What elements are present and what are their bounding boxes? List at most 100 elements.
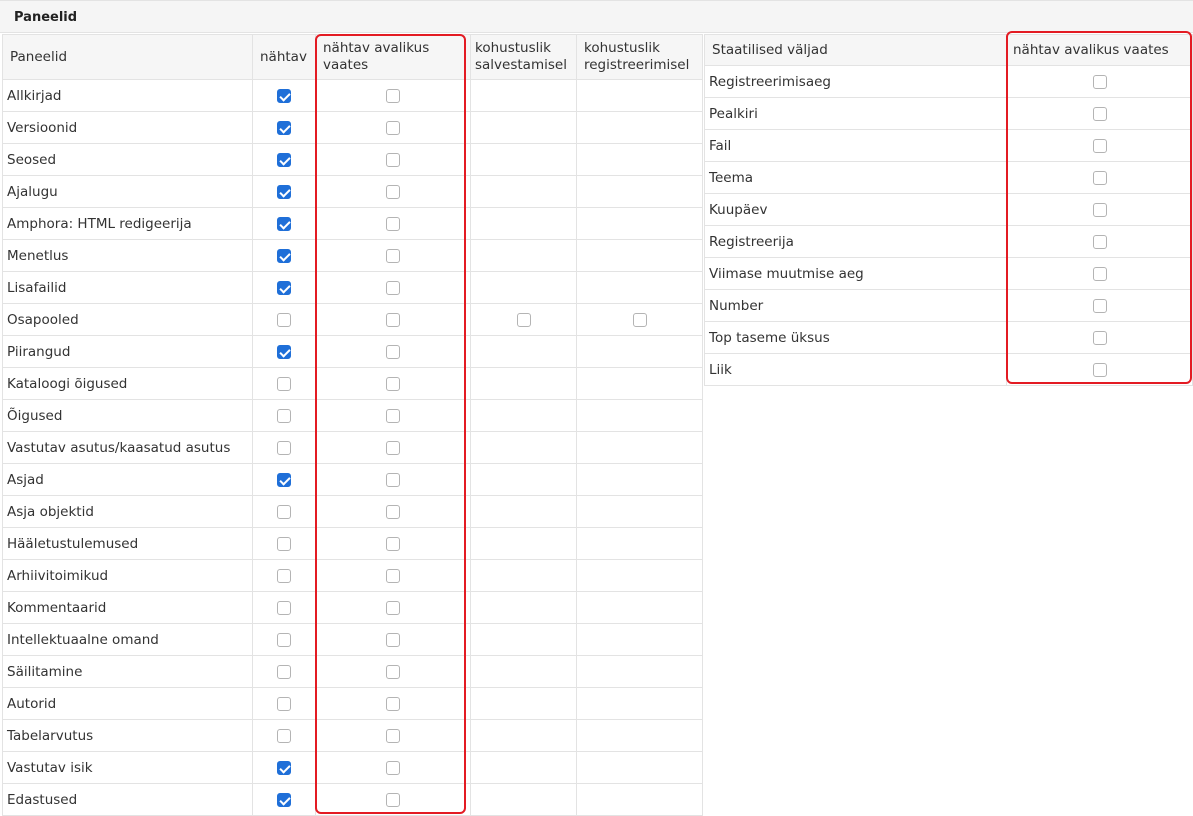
visible-checkbox[interactable] <box>277 280 291 295</box>
public-view-checkbox[interactable] <box>386 504 400 519</box>
public-view-checkbox[interactable] <box>386 216 400 231</box>
required-save-checkbox[interactable] <box>516 312 531 327</box>
visible-checkbox[interactable] <box>277 184 291 199</box>
static-public-view-checkbox[interactable] <box>1092 170 1107 185</box>
static-field-name-cell: Registreerimisaeg <box>704 65 1007 98</box>
static-public-view-checkbox[interactable] <box>1092 74 1107 89</box>
panel-name-cell: Vastutav asutus/kaasatud asutus <box>2 431 253 464</box>
visible-checkbox[interactable] <box>277 88 291 103</box>
col-header-static-public-view: nähtav avalikus vaates <box>1006 34 1193 66</box>
static-header-row: Staatilised väljad nähtav avalikus vaate… <box>704 34 1193 66</box>
col-header-required-save: kohustuslik salvestamisel <box>470 34 577 80</box>
static-public-view-cell <box>1006 129 1193 162</box>
visible-checkbox[interactable] <box>277 632 291 647</box>
public-view-checkbox[interactable] <box>386 600 400 615</box>
panel-name: Hääletustulemused <box>7 535 139 552</box>
required-save-cell <box>470 399 577 432</box>
public-view-checkbox[interactable] <box>386 376 400 391</box>
public-view-cell <box>315 79 471 112</box>
static-public-view-cell <box>1006 97 1193 130</box>
public-view-checkbox[interactable] <box>386 120 400 135</box>
public-view-cell <box>315 367 471 400</box>
required-register-checkbox[interactable] <box>632 312 647 327</box>
static-fields-table: Staatilised väljad nähtav avalikus vaate… <box>704 34 1193 386</box>
visible-checkbox[interactable] <box>277 504 291 519</box>
public-view-checkbox[interactable] <box>386 184 400 199</box>
public-view-checkbox[interactable] <box>386 728 400 743</box>
table-row: Osapooled <box>2 303 703 336</box>
visible-checkbox[interactable] <box>277 344 291 359</box>
required-save-cell <box>470 111 577 144</box>
required-register-cell <box>576 495 703 528</box>
public-view-checkbox[interactable] <box>386 280 400 295</box>
static-public-view-checkbox[interactable] <box>1092 362 1107 377</box>
public-view-checkbox[interactable] <box>386 792 400 807</box>
panel-name: Autorid <box>7 695 57 712</box>
visible-checkbox[interactable] <box>277 408 291 423</box>
visible-checkbox[interactable] <box>277 472 291 487</box>
visible-cell <box>252 527 316 560</box>
panels-table: Paneelid nähtav nähtav avalikus vaates k… <box>2 34 703 816</box>
visible-checkbox[interactable] <box>277 152 291 167</box>
required-save-cell <box>470 623 577 656</box>
visible-checkbox[interactable] <box>277 568 291 583</box>
visible-checkbox[interactable] <box>277 376 291 391</box>
public-view-checkbox[interactable] <box>386 696 400 711</box>
public-view-checkbox[interactable] <box>386 152 400 167</box>
visible-checkbox[interactable] <box>277 440 291 455</box>
public-view-checkbox[interactable] <box>386 312 400 327</box>
visible-checkbox[interactable] <box>277 536 291 551</box>
table-row: Liik <box>704 353 1193 386</box>
public-view-checkbox[interactable] <box>386 760 400 775</box>
panel-name-cell: Versioonid <box>2 111 253 144</box>
visible-cell <box>252 783 316 816</box>
visible-checkbox[interactable] <box>277 248 291 263</box>
required-register-cell <box>576 559 703 592</box>
visible-checkbox[interactable] <box>277 728 291 743</box>
visible-checkbox[interactable] <box>277 792 291 807</box>
static-public-view-checkbox[interactable] <box>1092 106 1107 121</box>
visible-cell <box>252 399 316 432</box>
visible-checkbox[interactable] <box>277 312 291 327</box>
static-body: Registreerimisaeg Pealkiri Fail Teema Kuupäe… <box>704 65 1193 386</box>
col-header-visible: nähtav <box>252 34 316 80</box>
static-public-view-checkbox[interactable] <box>1092 202 1107 217</box>
public-view-checkbox[interactable] <box>386 408 400 423</box>
public-view-checkbox[interactable] <box>386 664 400 679</box>
public-view-cell <box>315 751 471 784</box>
static-public-view-cell <box>1006 321 1193 354</box>
panel-name: Arhiivitoimikud <box>7 567 109 584</box>
public-view-checkbox[interactable] <box>386 632 400 647</box>
public-view-checkbox[interactable] <box>386 536 400 551</box>
public-view-checkbox[interactable] <box>386 472 400 487</box>
public-view-cell <box>315 303 471 336</box>
panel-name-cell: Lisafailid <box>2 271 253 304</box>
col-header-static-fields: Staatilised väljad <box>704 34 1007 66</box>
static-public-view-checkbox[interactable] <box>1092 266 1107 281</box>
required-register-cell <box>576 175 703 208</box>
static-public-view-checkbox[interactable] <box>1092 298 1107 313</box>
panel-name: Amphora: HTML redigeerija <box>7 215 192 232</box>
public-view-checkbox[interactable] <box>386 88 400 103</box>
visible-checkbox[interactable] <box>277 760 291 775</box>
static-public-view-cell <box>1006 225 1193 258</box>
public-view-checkbox[interactable] <box>386 568 400 583</box>
visible-cell <box>252 623 316 656</box>
required-save-cell <box>470 143 577 176</box>
public-view-checkbox[interactable] <box>386 440 400 455</box>
visible-checkbox[interactable] <box>277 216 291 231</box>
public-view-checkbox[interactable] <box>386 248 400 263</box>
visible-checkbox[interactable] <box>277 120 291 135</box>
public-view-checkbox[interactable] <box>386 344 400 359</box>
visible-checkbox[interactable] <box>277 600 291 615</box>
panel-name-cell: Edastused <box>2 783 253 816</box>
table-row: Kuupäev <box>704 193 1193 226</box>
static-public-view-checkbox[interactable] <box>1092 234 1107 249</box>
panel-name: Intellektuaalne omand <box>7 631 159 648</box>
table-row: Hääletustulemused <box>2 527 703 560</box>
static-public-view-checkbox[interactable] <box>1092 138 1107 153</box>
required-register-cell <box>576 527 703 560</box>
visible-checkbox[interactable] <box>277 664 291 679</box>
static-public-view-checkbox[interactable] <box>1092 330 1107 345</box>
visible-checkbox[interactable] <box>277 696 291 711</box>
